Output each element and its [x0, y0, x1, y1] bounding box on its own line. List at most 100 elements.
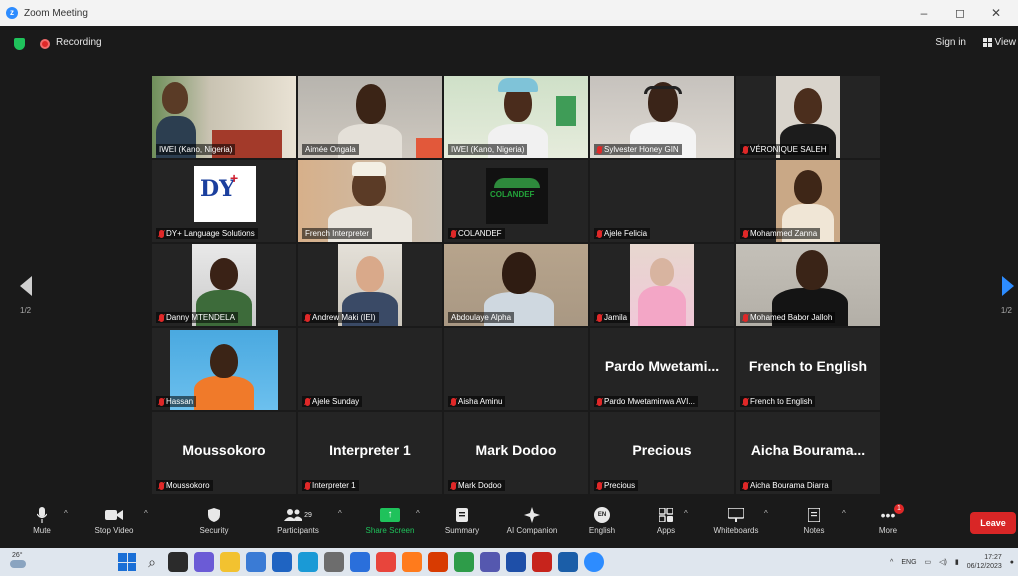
- participant-display-name: Aicha Bourama...: [750, 442, 866, 458]
- participant-tile[interactable]: Abdoulaye Alpha: [444, 244, 588, 326]
- apps-options-chevron-icon[interactable]: ^: [684, 509, 688, 518]
- file-explorer-icon[interactable]: [220, 552, 240, 572]
- word-icon[interactable]: [506, 552, 526, 572]
- participant-tile[interactable]: Pardo Mwetami... Pardo Mwetaminwa AVI...: [590, 328, 734, 410]
- clock[interactable]: 17:27 06/12/2023: [967, 553, 1002, 571]
- participant-tile[interactable]: Sylvester Honey GIN: [590, 76, 734, 158]
- stop-video-button[interactable]: Stop Video: [84, 504, 144, 535]
- participant-name: Pardo Mwetaminwa AVI...: [594, 396, 698, 407]
- weather-temperature: 26°: [12, 552, 23, 559]
- chrome-icon[interactable]: [376, 552, 396, 572]
- participant-tile[interactable]: Aicha Bourama... Aicha Bourama Diarra: [736, 412, 880, 494]
- participant-tile[interactable]: VÉRONIQUE SALEH: [736, 76, 880, 158]
- minimize-button[interactable]: –: [906, 0, 942, 26]
- share-screen-label: Share Screen: [365, 526, 415, 535]
- participants-options-chevron-icon[interactable]: ^: [338, 509, 342, 518]
- participant-tile[interactable]: Aisha Aminu: [444, 328, 588, 410]
- previous-page-arrow-icon[interactable]: [20, 276, 32, 296]
- leave-button[interactable]: Leave: [970, 512, 1016, 534]
- summary-button[interactable]: Summary: [432, 504, 492, 535]
- participant-tile[interactable]: Moussokoro Moussokoro: [152, 412, 296, 494]
- firefox-icon[interactable]: [402, 552, 422, 572]
- summary-document-icon: [432, 504, 492, 526]
- task-view-icon[interactable]: [168, 552, 188, 572]
- participant-tile[interactable]: COLANDEF COLANDEF: [444, 160, 588, 242]
- ai-companion-button[interactable]: AI Companion: [502, 504, 562, 535]
- participant-name: Aisha Aminu: [448, 396, 506, 407]
- zoom-taskbar-icon[interactable]: [584, 552, 604, 572]
- participant-tile[interactable]: French Interpreter: [298, 160, 442, 242]
- security-button[interactable]: Security: [184, 504, 244, 535]
- share-options-chevron-icon[interactable]: ^: [416, 509, 420, 518]
- chat-icon[interactable]: [194, 552, 214, 572]
- notes-button[interactable]: Notes: [784, 504, 844, 535]
- meeting-controls-toolbar: Mute ^ Stop Video ^ Security 29 Particip…: [0, 500, 1018, 546]
- participants-icon: 29: [268, 504, 328, 526]
- participant-name: Ajele Felicia: [594, 228, 651, 239]
- participant-tile[interactable]: Danny MTENDELA: [152, 244, 296, 326]
- video-feed: [630, 244, 694, 326]
- participant-tile[interactable]: Aimée Ongala: [298, 76, 442, 158]
- participant-tile[interactable]: Hassan: [152, 328, 296, 410]
- next-page-arrow-icon[interactable]: [1002, 276, 1014, 296]
- volume-icon[interactable]: ◁): [939, 558, 947, 566]
- participant-tile[interactable]: Ajele Sunday: [298, 328, 442, 410]
- sign-in-link[interactable]: Sign in: [935, 37, 966, 48]
- close-button[interactable]: ✕: [978, 0, 1014, 26]
- participant-tile[interactable]: Mark Dodoo Mark Dodoo: [444, 412, 588, 494]
- teams-icon[interactable]: [480, 552, 500, 572]
- notes-options-chevron-icon[interactable]: ^: [842, 509, 846, 518]
- participant-tile[interactable]: Precious Precious: [590, 412, 734, 494]
- maximize-button[interactable]: ◻: [942, 0, 978, 26]
- view-button[interactable]: View: [982, 37, 1016, 48]
- english-button[interactable]: EN English: [572, 504, 632, 535]
- network-icon[interactable]: ▭: [925, 558, 932, 566]
- recording-icon: [40, 39, 50, 49]
- battery-icon[interactable]: ▮: [955, 558, 959, 566]
- participant-tile[interactable]: Jamila: [590, 244, 734, 326]
- participant-tile[interactable]: Ajele Felicia: [590, 160, 734, 242]
- whiteboards-options-chevron-icon[interactable]: ^: [764, 509, 768, 518]
- mic-muted-icon: [597, 313, 602, 322]
- notification-bell-icon[interactable]: ●: [1010, 559, 1014, 566]
- tray-chevron-icon[interactable]: ^: [890, 559, 893, 566]
- participant-tile[interactable]: Mohammed Zanna: [736, 160, 880, 242]
- search-icon[interactable]: ⌕: [142, 552, 162, 572]
- outlook-icon[interactable]: [272, 552, 292, 572]
- language-indicator[interactable]: ENG: [901, 559, 916, 566]
- mute-button[interactable]: Mute: [12, 504, 72, 535]
- weather-widget[interactable]: 26°: [8, 552, 38, 572]
- spotify-icon[interactable]: [454, 552, 474, 572]
- participant-display-name: French to English: [748, 358, 868, 374]
- encryption-shield-icon[interactable]: [14, 38, 25, 50]
- edge-icon[interactable]: [298, 552, 318, 572]
- participant-tile[interactable]: Andrew Maki (IEI): [298, 244, 442, 326]
- recording-label[interactable]: Recording: [56, 37, 102, 48]
- participant-tile[interactable]: Interpreter 1 Interpreter 1: [298, 412, 442, 494]
- page-indicator-left: 1/2: [20, 306, 32, 315]
- participant-tile[interactable]: French to English French to English: [736, 328, 880, 410]
- participant-tile[interactable]: DY + DY+ Language Solutions: [152, 160, 296, 242]
- participant-tile[interactable]: IWEI (Kano, Nigeria): [444, 76, 588, 158]
- office-icon[interactable]: [428, 552, 448, 572]
- video-options-chevron-icon[interactable]: ^: [144, 509, 148, 518]
- acrobat-icon[interactable]: [532, 552, 552, 572]
- participant-name: Interpreter 1: [302, 480, 359, 491]
- participants-button[interactable]: 29 Participants: [268, 504, 328, 535]
- photos-icon[interactable]: [350, 552, 370, 572]
- whiteboards-button[interactable]: Whiteboards: [706, 504, 766, 535]
- colandef-logo: COLANDEF: [486, 168, 548, 224]
- participant-tile[interactable]: Mohamed Babor Jalloh: [736, 244, 880, 326]
- mail-icon[interactable]: [246, 552, 266, 572]
- windows-start-icon[interactable]: [118, 553, 136, 571]
- share-screen-button[interactable]: ↑ Share Screen: [360, 504, 420, 535]
- security-label: Security: [199, 526, 229, 535]
- notes-label: Notes: [803, 526, 825, 535]
- desktop-icon[interactable]: [558, 552, 578, 572]
- mute-options-chevron-icon[interactable]: ^: [64, 509, 68, 518]
- mic-muted-icon: [597, 145, 602, 154]
- todo-icon[interactable]: [324, 552, 344, 572]
- more-button[interactable]: ••• 1 More: [858, 504, 918, 535]
- taskbar-apps: ⌕: [118, 552, 604, 572]
- participant-tile[interactable]: IWEI (Kano, Nigeria): [152, 76, 296, 158]
